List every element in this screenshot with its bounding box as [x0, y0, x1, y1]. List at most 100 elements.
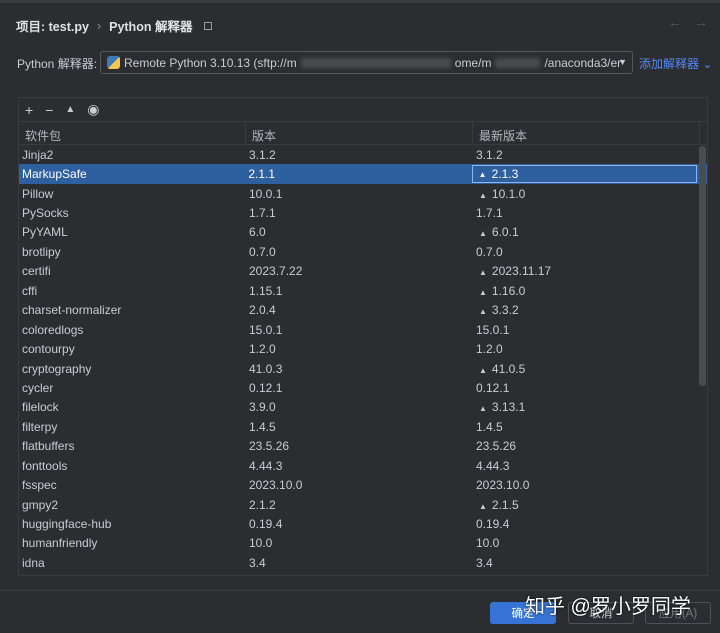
package-name-text: brotlipy	[22, 244, 61, 259]
column-header-latest[interactable]: 最新版本	[473, 122, 700, 144]
table-row[interactable]: flatbuffers 23.5.26 23.5.26	[19, 437, 707, 456]
table-row[interactable]: idna 3.4 3.4	[19, 553, 707, 572]
package-version-text: 23.5.26	[249, 439, 290, 454]
package-latest: ▲ 2.1.5	[473, 498, 700, 512]
table-row[interactable]: Jinja2 3.1.2 3.1.2	[19, 145, 707, 164]
scrollbar[interactable]	[699, 146, 706, 386]
package-version: 10.0	[246, 536, 473, 550]
package-latest-text: 1.7.1	[476, 206, 503, 221]
package-version: 0.7.0	[246, 245, 473, 259]
chevron-down-icon: ⌄	[702, 57, 713, 71]
table-row[interactable]: PyYAML 6.0 ▲ 6.0.1	[19, 223, 707, 242]
package-latest-text: 1.16.0	[491, 283, 526, 298]
upgrade-package-icon[interactable]: ▲	[65, 104, 75, 115]
package-name: certifi	[19, 264, 246, 278]
package-name-text: filelock	[22, 400, 59, 415]
package-latest: 0.12.1	[473, 381, 700, 395]
show-eye-icon[interactable]: ◉	[87, 101, 99, 118]
table-row[interactable]: brotlipy 0.7.0 0.7.0	[19, 242, 707, 261]
package-name: cycler	[19, 381, 246, 395]
package-version-text: 1.15.1	[249, 283, 283, 298]
package-latest-text: 1.4.5	[476, 419, 503, 434]
package-name-text: idna	[22, 555, 45, 570]
package-version-text: 1.7.1	[249, 206, 276, 221]
package-version-text: 3.1.2	[249, 147, 276, 162]
packages-table-body: Jinja2 3.1.2 3.1.2 MarkupSafe 2.1.1 ▲ 2.1.3 Pil…	[19, 145, 707, 573]
upgrade-available-icon: ▲	[479, 501, 487, 511]
python-icon	[107, 56, 120, 69]
redacted-blur	[495, 57, 541, 68]
package-name-text: cffi	[22, 283, 38, 298]
package-latest: 1.4.5	[473, 420, 700, 434]
table-row[interactable]: fonttools 4.44.3 4.44.3	[19, 456, 707, 475]
package-name: MarkupSafe	[19, 167, 245, 181]
packages-toolbar: + − ▲ ◉	[19, 98, 707, 122]
forward-arrow-icon[interactable]: →	[694, 14, 708, 30]
upgrade-available-icon: ▲	[478, 169, 487, 179]
package-name: charset-normalizer	[19, 303, 246, 317]
column-header-package[interactable]: 软件包	[19, 122, 246, 144]
package-version-text: 15.0.1	[249, 322, 283, 337]
table-row[interactable]: fsspec 2023.10.0 2023.10.0	[19, 475, 707, 494]
add-package-icon[interactable]: +	[25, 102, 33, 118]
column-header-version[interactable]: 版本	[246, 122, 473, 144]
package-latest: 0.19.4	[473, 517, 700, 531]
package-version-text: 2.1.1	[248, 167, 276, 182]
package-version: 1.2.0	[246, 342, 473, 356]
table-row[interactable]: cycler 0.12.1 0.12.1	[19, 378, 707, 397]
package-latest: 23.5.26	[473, 439, 700, 453]
package-version: 3.9.0	[246, 400, 473, 414]
table-row[interactable]: filelock 3.9.0 ▲ 3.13.1	[19, 398, 707, 417]
table-row[interactable]: coloredlogs 15.0.1 15.0.1	[19, 320, 707, 339]
back-arrow-icon[interactable]: ←	[668, 14, 682, 30]
table-row[interactable]: cryptography 41.0.3 ▲ 41.0.5	[19, 359, 707, 378]
dropdown-caret-icon: ▼	[618, 57, 627, 67]
table-row[interactable]: cffi 1.15.1 ▲ 1.16.0	[19, 281, 707, 300]
package-version: 41.0.3	[246, 362, 473, 376]
package-name-text: Pillow	[22, 186, 54, 201]
breadcrumb-project[interactable]: 项目: test.py	[16, 16, 89, 35]
package-name: Pillow	[19, 187, 246, 201]
package-version-text: 6.0	[249, 225, 266, 240]
nav-arrows: ← →	[668, 14, 708, 30]
page-title: Python 解释器	[109, 20, 193, 34]
package-latest: 1.2.0	[473, 342, 700, 356]
package-version-text: 2023.7.22	[249, 264, 303, 279]
package-latest: 3.4	[473, 556, 700, 570]
table-row[interactable]: filterpy 1.4.5 1.4.5	[19, 417, 707, 436]
interpreter-value-suffix: /anaconda3/er	[544, 55, 622, 70]
table-row[interactable]: huggingface-hub 0.19.4 0.19.4	[19, 514, 707, 533]
package-latest-text: 2023.10.0	[476, 478, 530, 493]
package-latest-text: 0.7.0	[476, 244, 503, 259]
package-latest-text: 0.19.4	[476, 517, 510, 532]
table-row[interactable]: contourpy 1.2.0 1.2.0	[19, 339, 707, 358]
package-version: 2.1.1	[245, 167, 471, 181]
package-latest: 1.7.1	[473, 206, 700, 220]
package-latest-text: 2023.11.17	[491, 264, 552, 279]
package-version-text: 4.44.3	[249, 458, 283, 473]
package-version-text: 3.4	[249, 555, 266, 570]
package-version-text: 10.0.1	[249, 186, 283, 201]
add-interpreter-link[interactable]: 添加解释器 ⌄	[639, 55, 712, 72]
table-row[interactable]: humanfriendly 10.0 10.0	[19, 534, 707, 553]
remove-package-icon[interactable]: −	[45, 102, 53, 118]
table-row[interactable]: certifi 2023.7.22 ▲ 2023.11.17	[19, 262, 707, 281]
package-version: 1.4.5	[246, 420, 473, 434]
package-version-text: 2.1.2	[249, 497, 276, 512]
table-row[interactable]: Pillow 10.0.1 ▲ 10.1.0	[19, 184, 707, 203]
package-version-text: 10.0	[249, 536, 273, 551]
package-name: PySocks	[19, 206, 246, 220]
package-latest-text: 3.4	[476, 555, 493, 570]
package-version-text: 3.9.0	[249, 400, 276, 415]
package-version-text: 0.12.1	[249, 380, 283, 395]
breadcrumb-separator: ›	[96, 18, 102, 33]
table-row[interactable]: charset-normalizer 2.0.4 ▲ 3.3.2	[19, 301, 707, 320]
interpreter-select[interactable]: Remote Python 3.10.13 (sftp://m ome/m/ana…	[100, 51, 633, 74]
pin-icon[interactable]	[204, 21, 213, 30]
table-row[interactable]: PySocks 1.7.1 1.7.1	[19, 203, 707, 222]
table-row[interactable]: gmpy2 2.1.2 ▲ 2.1.5	[19, 495, 707, 514]
package-name-text: gmpy2	[22, 497, 59, 512]
package-version: 0.19.4	[246, 517, 473, 531]
package-name-text: PyYAML	[22, 225, 68, 240]
table-row[interactable]: MarkupSafe 2.1.1 ▲ 2.1.3	[19, 164, 707, 184]
